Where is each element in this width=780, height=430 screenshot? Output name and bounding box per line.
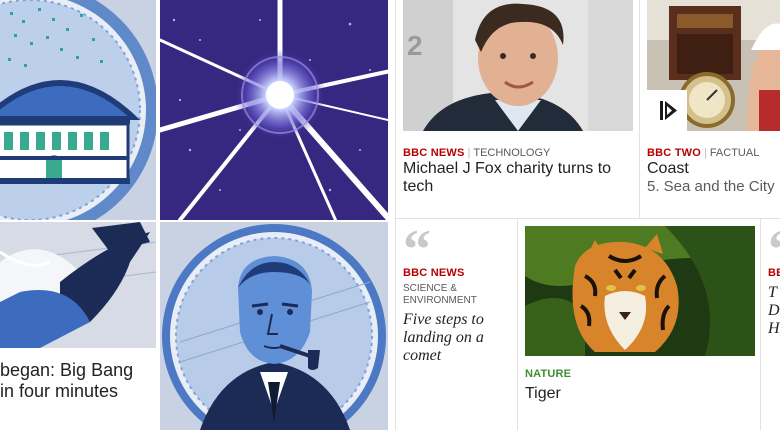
clipped-line3: H bbox=[768, 320, 780, 337]
michael-j-fox-brand: BBC NEWS bbox=[403, 147, 465, 159]
comet-story[interactable]: “ BBC NEWS SCIENCE & ENVIRONMENT Five st… bbox=[403, 226, 513, 426]
clipped-quote-story[interactable]: “ BE T D H bbox=[768, 226, 780, 426]
michael-j-fox-photo: 2 bbox=[403, 0, 633, 131]
pipe-portrait-illustration[interactable] bbox=[160, 222, 388, 430]
quote-mark-icon: “ bbox=[768, 226, 780, 278]
clipped-brand: BE bbox=[768, 267, 780, 279]
michael-j-fox-genre: TECHNOLOGY bbox=[473, 147, 551, 159]
row-divider bbox=[395, 218, 780, 219]
separator: | bbox=[467, 147, 471, 159]
coast-episode: 5. Sea and the City bbox=[647, 178, 775, 195]
comet-genre-line1: SCIENCE & bbox=[403, 283, 457, 294]
column-divider bbox=[639, 0, 640, 218]
big-bang-story[interactable]: began: Big Bang in four minutes bbox=[0, 222, 156, 430]
column-divider bbox=[517, 218, 518, 430]
clipped-line2: D bbox=[768, 302, 780, 319]
coast-title: Coast bbox=[647, 160, 689, 177]
starburst-image bbox=[160, 0, 388, 220]
big-bang-headline-line1: began: Big Bang bbox=[0, 360, 134, 380]
clipped-line1: T bbox=[768, 284, 777, 301]
tiger-brand: NATURE bbox=[525, 368, 572, 380]
svg-text:2: 2 bbox=[407, 30, 423, 61]
play-badge[interactable] bbox=[647, 90, 687, 131]
column-divider bbox=[760, 218, 761, 430]
play-icon bbox=[660, 101, 677, 120]
big-bang-headline-line2: in four minutes bbox=[0, 381, 119, 401]
albert-hall-image bbox=[0, 0, 156, 220]
comet-brand: BBC NEWS bbox=[403, 267, 465, 279]
space-starburst-illustration[interactable] bbox=[160, 0, 388, 220]
tiger-title: Tiger bbox=[525, 385, 561, 402]
albert-hall-illustration[interactable] bbox=[0, 0, 156, 220]
coast-brand: BBC TWO bbox=[647, 147, 701, 159]
quote-mark-icon: “ bbox=[403, 226, 431, 281]
comet-genre-line2: ENVIRONMENT bbox=[403, 295, 477, 306]
coast-programme[interactable]: BBC TWO | FACTUAL Coast 5. Sea and the Cit… bbox=[647, 0, 780, 210]
pipe-portrait-image bbox=[160, 222, 388, 430]
comet-quote: Five steps to landing on a comet bbox=[403, 311, 484, 364]
tiger-story[interactable]: NATURE Tiger bbox=[525, 226, 755, 426]
bird-illustration bbox=[0, 222, 156, 348]
separator: | bbox=[703, 147, 707, 159]
column-divider bbox=[395, 0, 396, 430]
michael-j-fox-headline: Michael J Fox charity turns to tech bbox=[403, 160, 612, 195]
coast-genre: FACTUAL bbox=[709, 147, 760, 159]
tiger-photo bbox=[525, 226, 755, 356]
michael-j-fox-story[interactable]: 2 BBC NEWS | TECHNOLOGY Michael J Fox char… bbox=[403, 0, 633, 210]
